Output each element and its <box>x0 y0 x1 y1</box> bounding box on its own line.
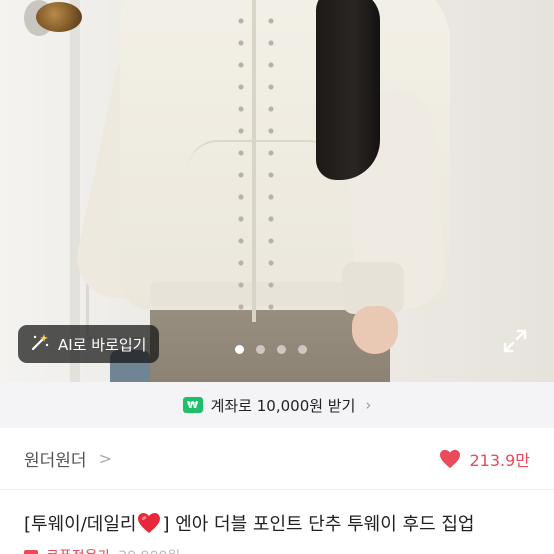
coupon-price-line: 쿠폰적용가 29,900원 <box>24 546 424 554</box>
promo-text: 계좌로 10,000원 받기 <box>210 396 356 415</box>
carousel-dot[interactable] <box>298 345 307 354</box>
heart-icon[interactable] <box>439 449 461 469</box>
carousel-dot[interactable] <box>277 345 286 354</box>
coupon-price: 29,900원 <box>118 546 180 554</box>
photo-buttons-left <box>236 10 246 310</box>
product-title-prefix: [투웨이/데일리 <box>24 514 137 535</box>
photo-hand <box>352 306 398 354</box>
carousel-dot[interactable] <box>235 345 244 354</box>
carousel-dot[interactable] <box>256 345 265 354</box>
carousel-dots <box>235 345 307 354</box>
coupon-icon <box>24 550 38 554</box>
likes-count: 213.9만 <box>469 450 530 470</box>
magic-wand-icon <box>30 332 50 356</box>
won-badge-icon: ₩ <box>182 397 203 413</box>
likes-group[interactable]: 213.9만 <box>439 447 530 471</box>
photo-buttons-right <box>266 10 276 310</box>
product-title-suffix: ] 엔아 더블 포인트 단추 투웨이 후드 집업 <box>162 514 475 535</box>
shop-name[interactable]: 원더원더 <box>24 446 87 471</box>
photo-door-knob <box>36 2 82 32</box>
account-transfer-promo[interactable]: ₩ 계좌로 10,000원 받기 › <box>0 382 554 428</box>
product-photo[interactable]: AI로 바로입기 <box>0 0 554 382</box>
coupon-label: 쿠폰적용가 <box>46 546 110 554</box>
shop-row[interactable]: 원더원더 > 213.9만 <box>0 428 554 490</box>
red-heart-emoji-icon <box>137 512 161 534</box>
ai-try-on-button[interactable]: AI로 바로입기 <box>18 325 160 363</box>
product-title: [투웨이/데일리 ] 엔아 더블 포인트 단추 투웨이 후드 집업 <box>24 510 544 536</box>
chevron-right-icon: > <box>98 449 112 468</box>
photo-hair <box>316 0 380 180</box>
chevron-right-icon: › <box>365 396 372 414</box>
photo-zipper <box>252 0 256 322</box>
ai-try-on-label: AI로 바로입기 <box>58 335 147 354</box>
expand-icon[interactable] <box>502 328 528 354</box>
